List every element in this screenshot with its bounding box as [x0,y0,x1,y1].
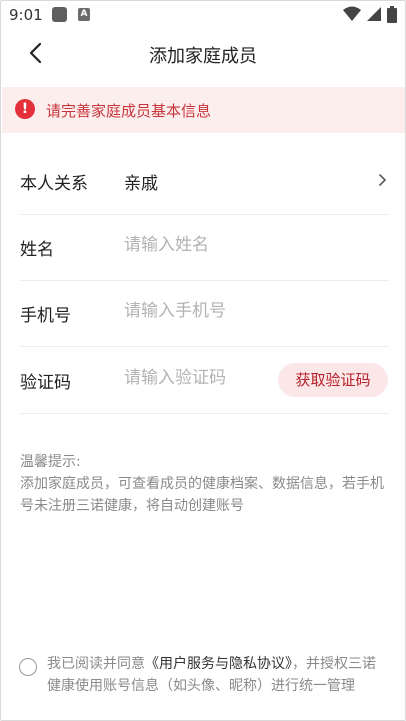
agreement-section: 我已阅读并同意《用户服务与隐私协议》，并授权三诺健康使用账号信息（如头像、昵称）… [19,653,389,697]
status-time: 9:01 [9,6,43,24]
phone-label: 手机号 [20,306,71,326]
phone-input[interactable] [124,301,274,321]
notification-icon [52,7,67,22]
agreement-prefix: 我已阅读并同意 [47,656,145,672]
agreement-text: 我已阅读并同意《用户服务与隐私协议》，并授权三诺健康使用账号信息（如头像、昵称）… [47,653,389,697]
get-code-button[interactable]: 获取验证码 [278,363,388,397]
name-label: 姓名 [20,240,54,260]
code-label: 验证码 [20,373,71,393]
tips-section: 温馨提示: 添加家庭成员，可查看成员的健康档案、数据信息，若手机号未注册三诺健康… [20,451,390,517]
alert-banner: ! 请完善家庭成员基本信息 [2,87,405,133]
signal-icon [366,7,381,21]
title-bar: 添加家庭成员 [1,29,405,79]
page-title: 添加家庭成员 [149,46,257,67]
relation-row[interactable]: 本人关系 亲戚 [20,148,389,215]
wifi-icon [342,6,361,21]
status-icons [342,6,397,24]
phone-row: 手机号 [20,280,389,347]
notification-a-icon: A [78,8,90,21]
alert-message: 请完善家庭成员基本信息 [46,102,212,120]
agree-radio[interactable] [19,658,37,676]
name-row: 姓名 [20,214,389,281]
relation-label: 本人关系 [20,174,88,194]
tips-heading: 温馨提示: [20,454,81,470]
tips-body: 添加家庭成员，可查看成员的健康档案、数据信息，若手机号未注册三诺健康，将自动创建… [20,476,384,514]
relation-value: 亲戚 [124,174,158,194]
code-input[interactable] [124,368,254,388]
status-bar: 9:01 A [1,1,405,29]
app-screen: 9:01 A 添加家庭成员 ! 请完善家庭成员基本信息 本人关系 亲戚 姓名 手… [0,0,406,721]
code-row: 验证码 获取验证码 [20,347,389,414]
privacy-agreement-link[interactable]: 《用户服务与隐私协议》 [145,656,292,672]
chevron-right-icon [379,174,387,186]
name-input[interactable] [124,235,274,255]
alert-icon: ! [15,99,35,119]
battery-icon [387,6,397,23]
